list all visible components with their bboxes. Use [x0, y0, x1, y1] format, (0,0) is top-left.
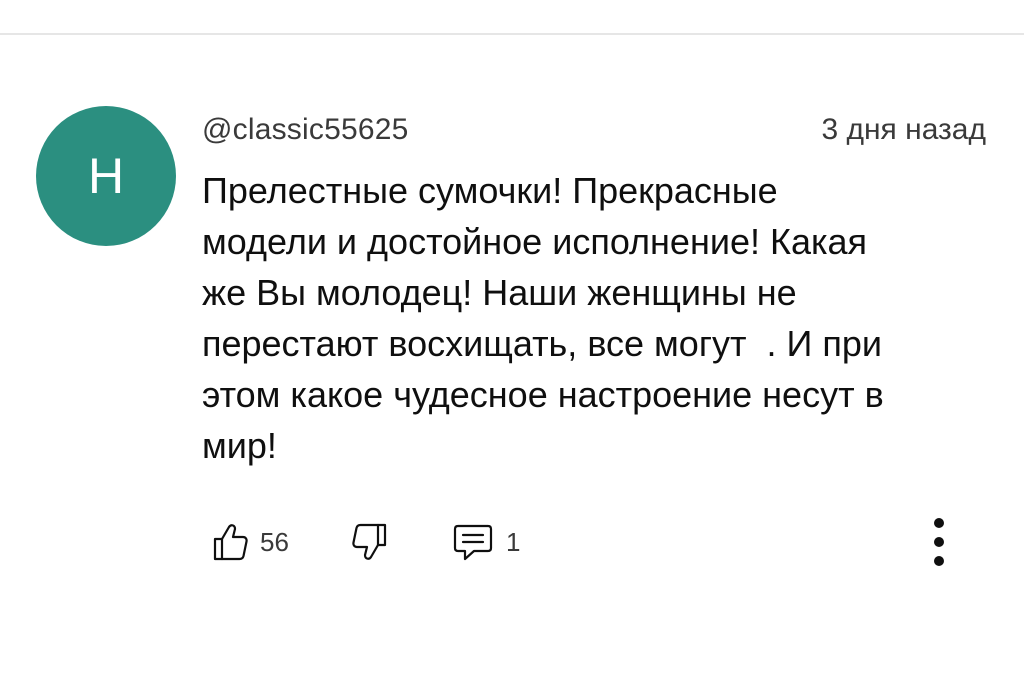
avatar-letter: H: [87, 148, 125, 204]
dislike-button[interactable]: [352, 516, 388, 568]
comment-timestamp: 3 дня назад: [821, 113, 986, 146]
more-vertical-icon: [934, 556, 944, 566]
more-options-button[interactable]: [924, 514, 954, 570]
comment-text-line: же Вы молодец! Наши женщины не: [202, 272, 797, 313]
comment-text-line: перестают восхищать, все могут . И при: [202, 323, 882, 364]
like-button[interactable]: 56: [212, 516, 289, 568]
comment-icon: [452, 522, 494, 562]
reply-button[interactable]: 1: [452, 516, 520, 568]
more-vertical-icon: [934, 518, 944, 528]
comment-actions: 56 1: [212, 516, 992, 568]
comment-text-line: мир!: [202, 425, 277, 466]
reply-count: 1: [506, 526, 521, 557]
comment-author[interactable]: @classic55625: [202, 113, 409, 147]
thumb-down-icon: [352, 522, 388, 562]
comment-text-line: этом какое чудесное настроение несут в: [202, 374, 884, 415]
comment-text: Прелестные сумочки! Прекрасные модели и …: [202, 165, 1002, 471]
like-count: 56: [260, 526, 289, 557]
more-vertical-icon: [934, 537, 944, 547]
top-divider: [0, 33, 1024, 35]
comment-text-line: модели и достойное исполнение! Какая: [202, 221, 868, 262]
thumb-up-icon: [212, 522, 248, 562]
comment-text-line: Прелестные сумочки! Прекрасные: [202, 170, 778, 211]
avatar[interactable]: H: [36, 106, 176, 246]
